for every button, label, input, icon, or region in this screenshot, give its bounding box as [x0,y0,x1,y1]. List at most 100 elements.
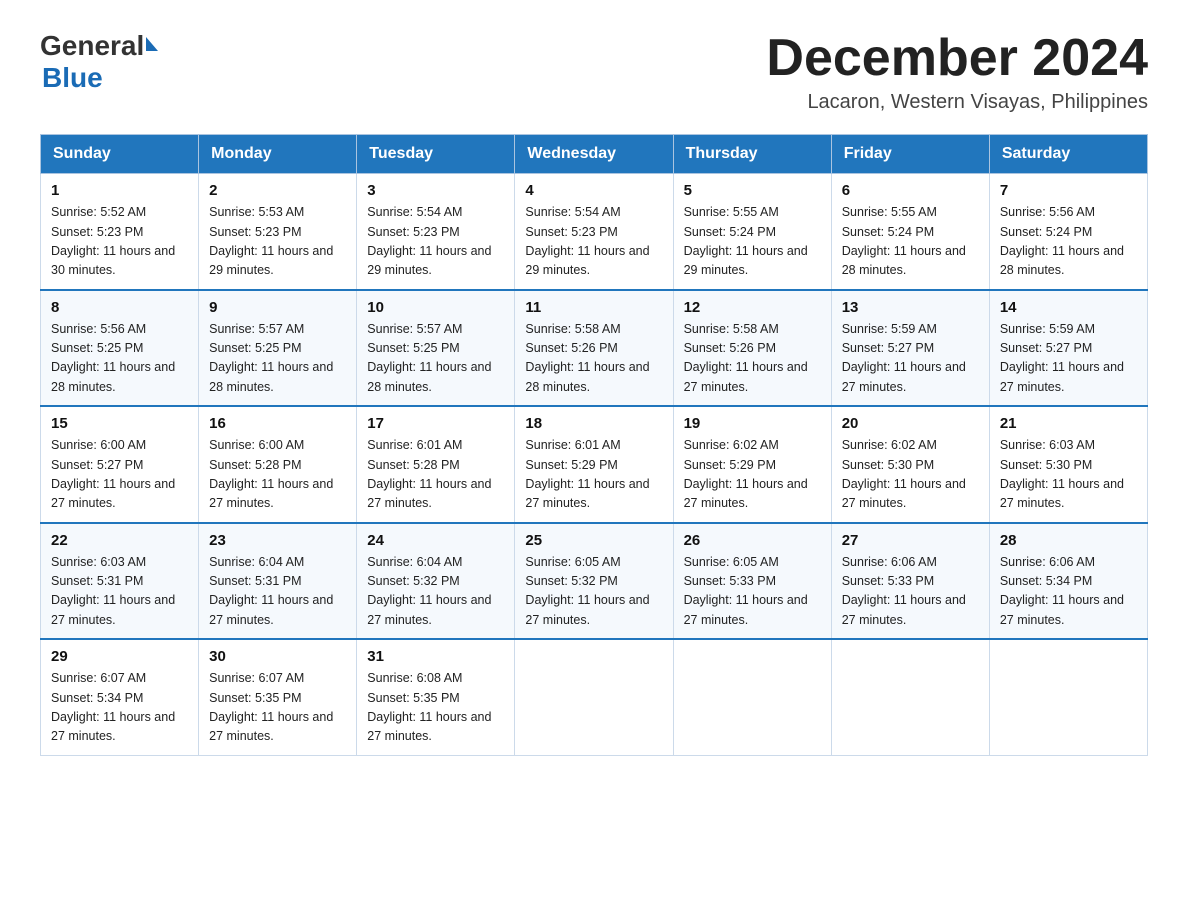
table-row: 18 Sunrise: 6:01 AM Sunset: 5:29 PM Dayl… [515,406,673,523]
table-row: 4 Sunrise: 5:54 AM Sunset: 5:23 PM Dayli… [515,174,673,290]
table-row: 1 Sunrise: 5:52 AM Sunset: 5:23 PM Dayli… [41,174,199,290]
day-number: 13 [842,299,979,316]
day-number: 7 [1000,182,1137,199]
day-info: Sunrise: 5:58 AM Sunset: 5:26 PM Dayligh… [684,320,821,398]
day-info: Sunrise: 6:03 AM Sunset: 5:30 PM Dayligh… [1000,436,1137,514]
day-info: Sunrise: 6:06 AM Sunset: 5:34 PM Dayligh… [1000,553,1137,631]
day-info: Sunrise: 6:01 AM Sunset: 5:28 PM Dayligh… [367,436,504,514]
day-info: Sunrise: 6:01 AM Sunset: 5:29 PM Dayligh… [525,436,662,514]
table-row: 6 Sunrise: 5:55 AM Sunset: 5:24 PM Dayli… [831,174,989,290]
table-row: 24 Sunrise: 6:04 AM Sunset: 5:32 PM Dayl… [357,523,515,640]
table-row [515,639,673,755]
col-wednesday: Wednesday [515,135,673,174]
col-friday: Friday [831,135,989,174]
table-row: 16 Sunrise: 6:00 AM Sunset: 5:28 PM Dayl… [199,406,357,523]
calendar-week-row: 1 Sunrise: 5:52 AM Sunset: 5:23 PM Dayli… [41,174,1148,290]
table-row: 22 Sunrise: 6:03 AM Sunset: 5:31 PM Dayl… [41,523,199,640]
day-info: Sunrise: 6:00 AM Sunset: 5:27 PM Dayligh… [51,436,188,514]
table-row: 31 Sunrise: 6:08 AM Sunset: 5:35 PM Dayl… [357,639,515,755]
day-info: Sunrise: 5:59 AM Sunset: 5:27 PM Dayligh… [842,320,979,398]
table-row: 26 Sunrise: 6:05 AM Sunset: 5:33 PM Dayl… [673,523,831,640]
day-info: Sunrise: 5:59 AM Sunset: 5:27 PM Dayligh… [1000,320,1137,398]
table-row: 9 Sunrise: 5:57 AM Sunset: 5:25 PM Dayli… [199,290,357,407]
day-number: 30 [209,648,346,665]
day-info: Sunrise: 6:08 AM Sunset: 5:35 PM Dayligh… [367,669,504,747]
day-number: 17 [367,415,504,432]
day-info: Sunrise: 6:00 AM Sunset: 5:28 PM Dayligh… [209,436,346,514]
day-info: Sunrise: 6:05 AM Sunset: 5:33 PM Dayligh… [684,553,821,631]
table-row: 15 Sunrise: 6:00 AM Sunset: 5:27 PM Dayl… [41,406,199,523]
table-row: 2 Sunrise: 5:53 AM Sunset: 5:23 PM Dayli… [199,174,357,290]
calendar-week-row: 22 Sunrise: 6:03 AM Sunset: 5:31 PM Dayl… [41,523,1148,640]
logo-general-text: General [40,30,144,62]
table-row: 27 Sunrise: 6:06 AM Sunset: 5:33 PM Dayl… [831,523,989,640]
table-row: 8 Sunrise: 5:56 AM Sunset: 5:25 PM Dayli… [41,290,199,407]
day-number: 24 [367,532,504,549]
day-number: 9 [209,299,346,316]
page-header: General Blue December 2024 Lacaron, West… [40,30,1148,114]
day-number: 31 [367,648,504,665]
day-info: Sunrise: 5:53 AM Sunset: 5:23 PM Dayligh… [209,203,346,281]
day-info: Sunrise: 5:52 AM Sunset: 5:23 PM Dayligh… [51,203,188,281]
day-number: 1 [51,182,188,199]
day-number: 29 [51,648,188,665]
day-info: Sunrise: 5:55 AM Sunset: 5:24 PM Dayligh… [684,203,821,281]
table-row: 29 Sunrise: 6:07 AM Sunset: 5:34 PM Dayl… [41,639,199,755]
day-info: Sunrise: 6:07 AM Sunset: 5:35 PM Dayligh… [209,669,346,747]
day-info: Sunrise: 5:57 AM Sunset: 5:25 PM Dayligh… [367,320,504,398]
day-number: 15 [51,415,188,432]
day-number: 11 [525,299,662,316]
day-number: 22 [51,532,188,549]
table-row: 10 Sunrise: 5:57 AM Sunset: 5:25 PM Dayl… [357,290,515,407]
table-row [673,639,831,755]
table-row: 14 Sunrise: 5:59 AM Sunset: 5:27 PM Dayl… [989,290,1147,407]
day-number: 25 [525,532,662,549]
table-row: 12 Sunrise: 5:58 AM Sunset: 5:26 PM Dayl… [673,290,831,407]
day-info: Sunrise: 6:04 AM Sunset: 5:31 PM Dayligh… [209,553,346,631]
day-info: Sunrise: 6:07 AM Sunset: 5:34 PM Dayligh… [51,669,188,747]
day-number: 21 [1000,415,1137,432]
calendar-week-row: 29 Sunrise: 6:07 AM Sunset: 5:34 PM Dayl… [41,639,1148,755]
day-info: Sunrise: 6:05 AM Sunset: 5:32 PM Dayligh… [525,553,662,631]
day-info: Sunrise: 5:56 AM Sunset: 5:24 PM Dayligh… [1000,203,1137,281]
col-saturday: Saturday [989,135,1147,174]
day-info: Sunrise: 6:02 AM Sunset: 5:30 PM Dayligh… [842,436,979,514]
calendar-table: Sunday Monday Tuesday Wednesday Thursday… [40,134,1148,756]
location-subtitle: Lacaron, Western Visayas, Philippines [766,91,1148,114]
logo: General Blue [40,30,158,94]
day-info: Sunrise: 5:54 AM Sunset: 5:23 PM Dayligh… [367,203,504,281]
day-number: 18 [525,415,662,432]
day-info: Sunrise: 5:57 AM Sunset: 5:25 PM Dayligh… [209,320,346,398]
day-number: 28 [1000,532,1137,549]
day-number: 16 [209,415,346,432]
title-block: December 2024 Lacaron, Western Visayas, … [766,30,1148,114]
calendar-week-row: 8 Sunrise: 5:56 AM Sunset: 5:25 PM Dayli… [41,290,1148,407]
table-row: 21 Sunrise: 6:03 AM Sunset: 5:30 PM Dayl… [989,406,1147,523]
day-number: 27 [842,532,979,549]
day-number: 23 [209,532,346,549]
day-number: 6 [842,182,979,199]
table-row [989,639,1147,755]
day-info: Sunrise: 5:56 AM Sunset: 5:25 PM Dayligh… [51,320,188,398]
day-number: 19 [684,415,821,432]
table-row: 13 Sunrise: 5:59 AM Sunset: 5:27 PM Dayl… [831,290,989,407]
day-info: Sunrise: 5:54 AM Sunset: 5:23 PM Dayligh… [525,203,662,281]
day-info: Sunrise: 5:58 AM Sunset: 5:26 PM Dayligh… [525,320,662,398]
day-number: 26 [684,532,821,549]
table-row [831,639,989,755]
table-row: 30 Sunrise: 6:07 AM Sunset: 5:35 PM Dayl… [199,639,357,755]
table-row: 23 Sunrise: 6:04 AM Sunset: 5:31 PM Dayl… [199,523,357,640]
day-number: 5 [684,182,821,199]
day-number: 2 [209,182,346,199]
day-number: 8 [51,299,188,316]
table-row: 11 Sunrise: 5:58 AM Sunset: 5:26 PM Dayl… [515,290,673,407]
table-row: 28 Sunrise: 6:06 AM Sunset: 5:34 PM Dayl… [989,523,1147,640]
col-tuesday: Tuesday [357,135,515,174]
day-info: Sunrise: 5:55 AM Sunset: 5:24 PM Dayligh… [842,203,979,281]
logo-blue-text: Blue [42,62,103,94]
day-info: Sunrise: 6:04 AM Sunset: 5:32 PM Dayligh… [367,553,504,631]
day-number: 10 [367,299,504,316]
calendar-week-row: 15 Sunrise: 6:00 AM Sunset: 5:27 PM Dayl… [41,406,1148,523]
day-info: Sunrise: 6:02 AM Sunset: 5:29 PM Dayligh… [684,436,821,514]
col-thursday: Thursday [673,135,831,174]
